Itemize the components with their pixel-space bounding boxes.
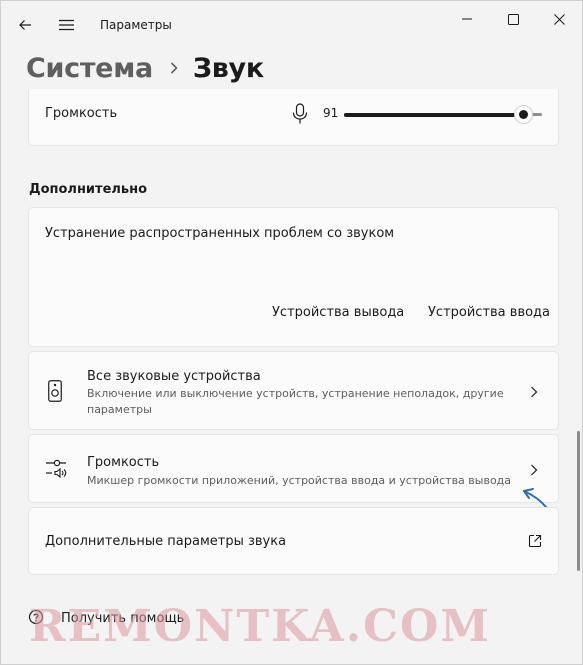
section-title-advanced: Дополнительно [29, 182, 148, 197]
title-bar: Параметры [1, 1, 582, 49]
volume-mixer-title: Громкость [87, 455, 160, 470]
settings-window: Параметры Система Звук Громкость 91 Допо… [0, 0, 583, 665]
breadcrumb: Система Звук [26, 48, 264, 88]
page-title: Звук [192, 52, 264, 84]
back-arrow-icon [19, 20, 31, 30]
open-external-icon [528, 534, 542, 548]
all-devices-subtitle: Включение или выключение устройств, устр… [87, 387, 504, 416]
window-title: Параметры [100, 18, 172, 32]
volume-mixer-row[interactable]: Громкость Микшер громкости приложений, у… [28, 434, 559, 503]
speaker-device-icon [48, 380, 62, 402]
volume-slider-fill [344, 112, 525, 117]
volume-value: 91 [323, 106, 339, 120]
watermark: REMONTKA.COM [29, 601, 492, 652]
volume-label: Громкость [45, 106, 118, 121]
breadcrumb-parent[interactable]: Система [26, 53, 153, 84]
chevron-right-icon [169, 61, 179, 75]
scrollbar[interactable] [577, 431, 580, 571]
more-sound-settings-title: Дополнительные параметры звука [45, 534, 287, 549]
volume-slider-thumb[interactable] [514, 105, 534, 124]
minimize-icon [462, 18, 472, 20]
chevron-right-icon [528, 464, 540, 476]
volume-mixer-icon [46, 459, 67, 479]
all-sound-devices-row[interactable]: Все звуковые устройства Включение или вы… [28, 351, 559, 430]
volume-mixer-subtitle: Микшер громкости приложений, устройства … [87, 474, 512, 487]
more-sound-settings-row[interactable]: Дополнительные параметры звука [28, 507, 559, 575]
menu-button[interactable] [50, 9, 82, 41]
maximize-icon [507, 13, 519, 25]
chevron-right-icon [528, 386, 540, 398]
input-devices-button[interactable]: Устройства ввода [428, 305, 550, 320]
troubleshoot-card: Устранение распространенных проблем со з… [28, 207, 559, 347]
volume-slider-track[interactable] [344, 105, 542, 124]
maximize-button[interactable] [490, 5, 536, 33]
all-devices-title: Все звуковые устройства [87, 369, 261, 384]
close-button[interactable] [536, 5, 582, 33]
output-devices-button[interactable]: Устройства вывода [272, 305, 404, 320]
close-icon [553, 13, 565, 25]
microphone-icon[interactable] [292, 103, 308, 125]
hamburger-icon [58, 19, 74, 31]
minimize-button[interactable] [444, 5, 490, 33]
back-button[interactable] [9, 9, 41, 41]
volume-card: Громкость 91 [28, 89, 559, 146]
troubleshoot-title: Устранение распространенных проблем со з… [45, 226, 395, 241]
